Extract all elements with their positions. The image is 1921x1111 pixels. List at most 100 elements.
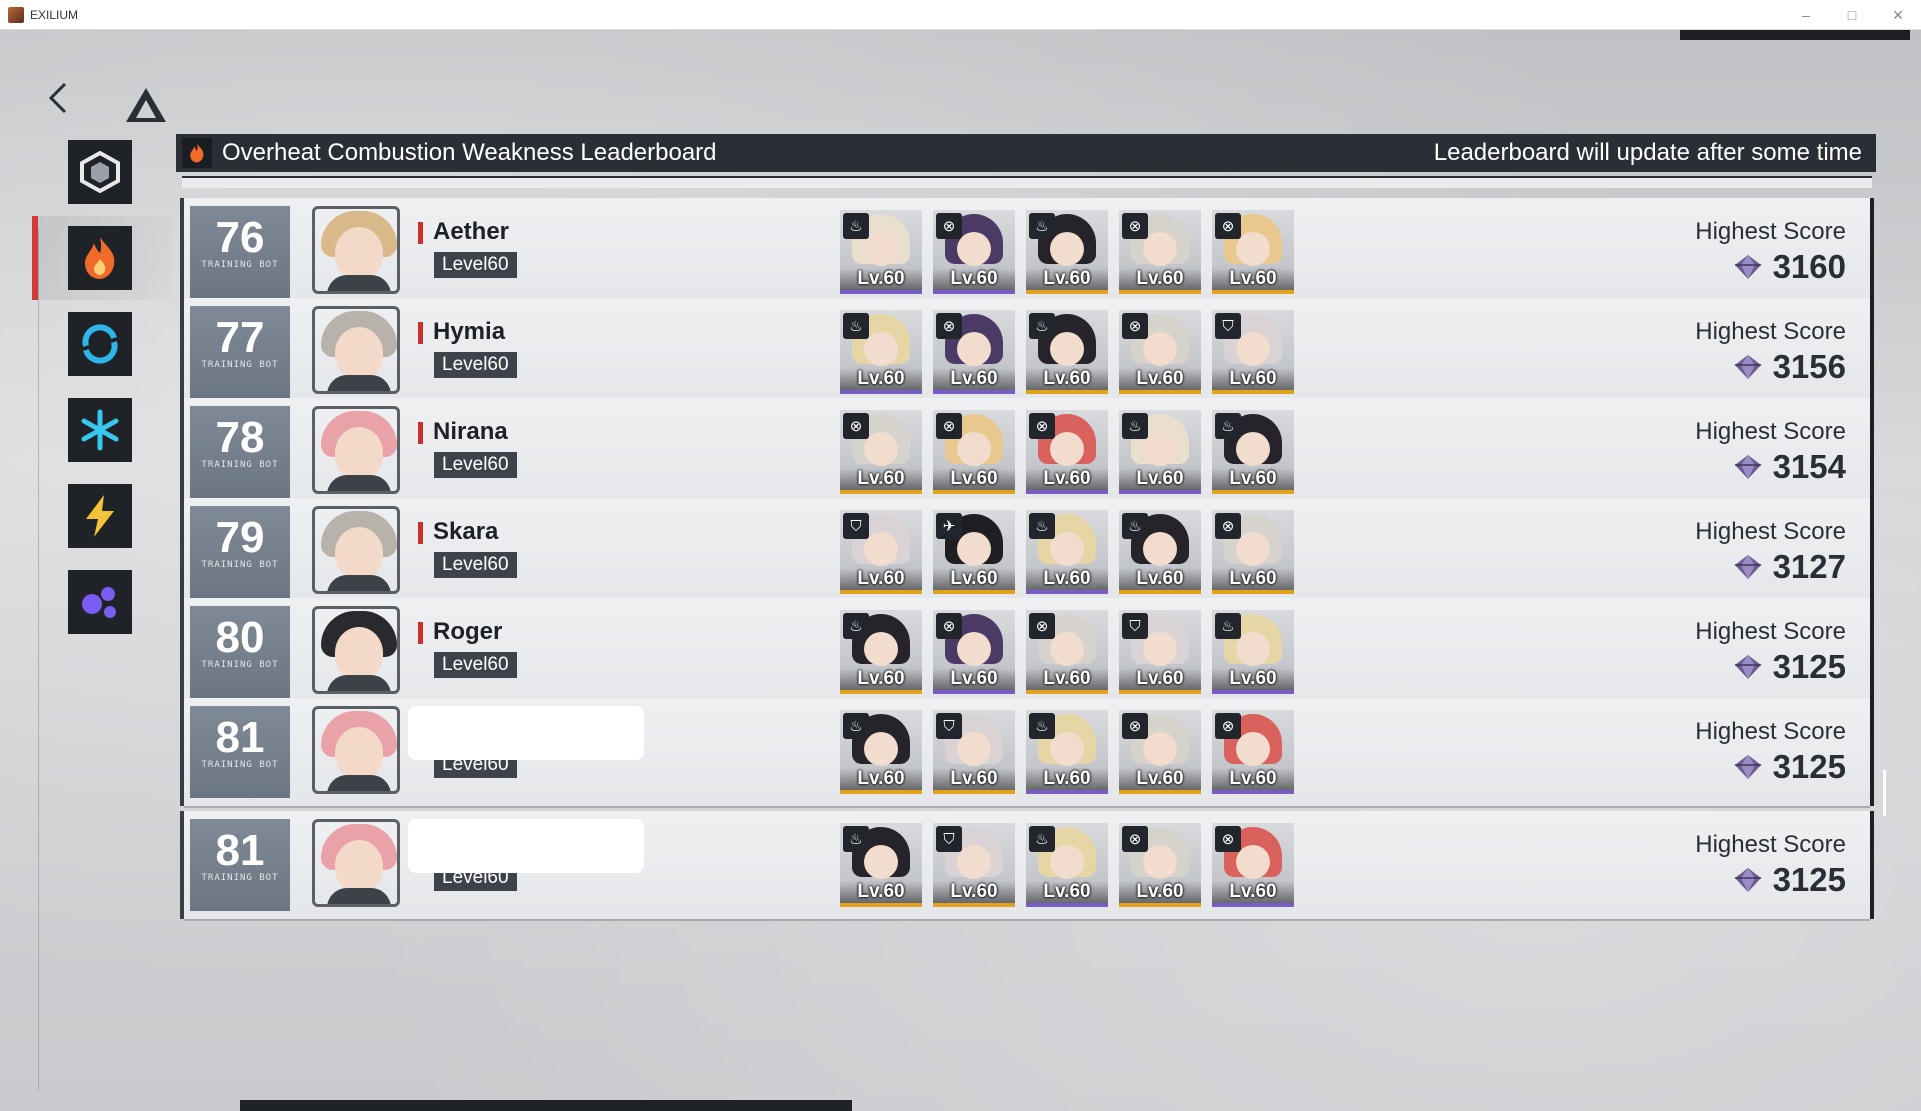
maximize-icon[interactable]: □ bbox=[1829, 0, 1875, 30]
team-member-portrait[interactable]: ⛉ Lv.60 bbox=[840, 510, 922, 594]
weapon-class-icon: ⊗ bbox=[936, 213, 962, 239]
team-member-portrait[interactable]: ♨ Lv.60 bbox=[1119, 510, 1201, 594]
team-member-portrait[interactable]: ⊗ Lv.60 bbox=[1119, 210, 1201, 294]
avatar[interactable] bbox=[312, 819, 400, 907]
scrollbar-thumb[interactable] bbox=[1883, 770, 1886, 816]
team-member-portrait[interactable]: ♨ Lv.60 bbox=[1212, 410, 1294, 494]
rank-sub-label: TRAINING BOT bbox=[201, 360, 279, 370]
team-member-portrait[interactable]: ♨ Lv.60 bbox=[1212, 610, 1294, 694]
weapon-class-icon: ✈ bbox=[936, 513, 962, 539]
team-member-portrait[interactable]: ⊗ Lv.60 bbox=[933, 210, 1015, 294]
app-logo-icon bbox=[8, 6, 24, 23]
leaderboard-header: Overheat Combustion Weakness Leaderboard… bbox=[176, 134, 1876, 172]
rarity-bar bbox=[933, 490, 1015, 494]
leaderboard-row[interactable]: 81 TRAINING BOT Level60 ♨ Lv.60 ⛉ Lv.60 ♨ Lv.… bbox=[180, 698, 1874, 808]
snowflake-icon bbox=[81, 409, 119, 451]
team-member-portrait[interactable]: ⛉ Lv.60 bbox=[933, 710, 1015, 794]
avatar[interactable] bbox=[312, 706, 400, 794]
rarity-bar bbox=[1119, 903, 1201, 907]
member-level: Lv.60 bbox=[840, 768, 922, 790]
team-member-portrait[interactable]: ♨ Lv.60 bbox=[840, 210, 922, 294]
team-member-portrait[interactable]: ⛉ Lv.60 bbox=[1212, 310, 1294, 394]
player-level-tag: Level60 bbox=[434, 652, 517, 678]
team-member-portrait[interactable]: ♨ Lv.60 bbox=[1026, 510, 1108, 594]
tab-physical[interactable] bbox=[32, 130, 172, 214]
team-member-portrait[interactable]: ♨ Lv.60 bbox=[1026, 310, 1108, 394]
rarity-bar bbox=[840, 290, 922, 294]
team-member-portrait[interactable]: ⊗ Lv.60 bbox=[1212, 710, 1294, 794]
member-level: Lv.60 bbox=[1026, 568, 1108, 590]
team-member-portrait[interactable]: ⊗ Lv.60 bbox=[933, 410, 1015, 494]
team-member-portrait[interactable]: ♨ Lv.60 bbox=[1119, 410, 1201, 494]
team-member-portrait[interactable]: ⊗ Lv.60 bbox=[840, 410, 922, 494]
tab-burn[interactable] bbox=[32, 216, 172, 300]
team-member-portrait[interactable]: ♨ Lv.60 bbox=[1026, 710, 1108, 794]
tab-corrosion[interactable] bbox=[32, 560, 172, 644]
team-member-portrait[interactable]: ♨ Lv.60 bbox=[840, 310, 922, 394]
score-value-group: 3125 bbox=[1733, 648, 1846, 686]
team-member-portrait[interactable]: ♨ Lv.60 bbox=[1026, 210, 1108, 294]
rarity-bar bbox=[1212, 290, 1294, 294]
team-member-portrait[interactable]: ♨ Lv.60 bbox=[840, 610, 922, 694]
team-member-portrait[interactable]: ⊗ Lv.60 bbox=[1212, 823, 1294, 907]
weapon-class-icon: ♨ bbox=[1029, 826, 1055, 852]
tab-freeze[interactable] bbox=[32, 388, 172, 472]
window-title: EXILIUM bbox=[30, 7, 79, 22]
rarity-bar bbox=[933, 390, 1015, 394]
leaderboard-row[interactable]: 79 TRAINING BOT Skara Level60 ⛉ Lv.60 ✈ Lv.… bbox=[180, 498, 1874, 608]
team-member-portrait[interactable]: ⊗ Lv.60 bbox=[1212, 510, 1294, 594]
leaderboard-row[interactable]: 81 TRAINING BOT Level60 ♨ Lv.60 ⛉ Lv.60 ♨ Lv.… bbox=[180, 811, 1874, 921]
team-member-portrait[interactable]: ⛉ Lv.60 bbox=[933, 823, 1015, 907]
team-member-portrait[interactable]: ♨ Lv.60 bbox=[1026, 823, 1108, 907]
rank-sub-label: TRAINING BOT bbox=[201, 660, 279, 670]
weapon-class-icon: ⊗ bbox=[1215, 826, 1241, 852]
drive-button[interactable] bbox=[118, 78, 174, 134]
team-member-portrait[interactable]: ⊗ Lv.60 bbox=[1119, 310, 1201, 394]
member-level: Lv.60 bbox=[1026, 468, 1108, 490]
team-member-portrait[interactable]: ⊗ Lv.60 bbox=[1026, 610, 1108, 694]
team-lineup: ♨ Lv.60 ⊗ Lv.60 ♨ Lv.60 ⊗ Lv.60 ⊗ Lv.60 bbox=[840, 210, 1294, 294]
name-accent bbox=[418, 422, 423, 444]
name-accent bbox=[418, 622, 423, 644]
back-button[interactable] bbox=[40, 80, 76, 116]
rank-number: 81 bbox=[215, 826, 265, 875]
leaderboard-row[interactable]: 77 TRAINING BOT Hymia Level60 ♨ Lv.60 ⊗ Lv.… bbox=[180, 298, 1874, 408]
team-member-portrait[interactable]: ⊗ Lv.60 bbox=[1212, 210, 1294, 294]
avatar[interactable] bbox=[312, 406, 400, 494]
member-level: Lv.60 bbox=[1212, 568, 1294, 590]
team-lineup: ⛉ Lv.60 ✈ Lv.60 ♨ Lv.60 ♨ Lv.60 ⊗ Lv.60 bbox=[840, 510, 1294, 594]
weapon-class-icon: ♨ bbox=[843, 213, 869, 239]
avatar[interactable] bbox=[312, 606, 400, 694]
weapon-class-icon: ⛉ bbox=[1122, 613, 1148, 639]
weapon-class-icon: ♨ bbox=[1029, 713, 1055, 739]
team-member-portrait[interactable]: ⊗ Lv.60 bbox=[1119, 823, 1201, 907]
team-member-portrait[interactable]: ⊗ Lv.60 bbox=[933, 610, 1015, 694]
gem-icon bbox=[1734, 555, 1761, 579]
team-member-portrait[interactable]: ⛉ Lv.60 bbox=[1119, 610, 1201, 694]
team-member-portrait[interactable]: ⊗ Lv.60 bbox=[1119, 710, 1201, 794]
leaderboard-row[interactable]: 76 TRAINING BOT Aether Level60 ♨ Lv.60 ⊗ Lv… bbox=[180, 198, 1874, 308]
score-label: Highest Score bbox=[1695, 831, 1846, 858]
team-member-portrait[interactable]: ✈ Lv.60 bbox=[933, 510, 1015, 594]
team-member-portrait[interactable]: ⊗ Lv.60 bbox=[933, 310, 1015, 394]
tab-electric[interactable] bbox=[32, 474, 172, 558]
avatar[interactable] bbox=[312, 206, 400, 294]
avatar[interactable] bbox=[312, 306, 400, 394]
weapon-class-icon: ⛉ bbox=[1215, 313, 1241, 339]
close-icon[interactable]: ✕ bbox=[1875, 0, 1921, 30]
team-member-portrait[interactable]: ♨ Lv.60 bbox=[840, 823, 922, 907]
rarity-bar bbox=[1119, 390, 1201, 394]
member-level: Lv.60 bbox=[1026, 268, 1108, 290]
score-number: 3160 bbox=[1772, 248, 1846, 285]
score-number: 3156 bbox=[1772, 348, 1846, 385]
avatar[interactable] bbox=[312, 506, 400, 594]
leaderboard-row[interactable]: 80 TRAINING BOT Roger Level60 ♨ Lv.60 ⊗ Lv.… bbox=[180, 598, 1874, 708]
team-member-portrait[interactable]: ♨ Lv.60 bbox=[840, 710, 922, 794]
tab-hydro[interactable] bbox=[32, 302, 172, 386]
weapon-class-icon: ⛉ bbox=[936, 826, 962, 852]
rank-badge: 81 TRAINING BOT bbox=[190, 819, 290, 911]
leaderboard-row[interactable]: 78 TRAINING BOT Nirana Level60 ⊗ Lv.60 ⊗ Lv… bbox=[180, 398, 1874, 508]
rarity-bar bbox=[1026, 390, 1108, 394]
minimize-icon[interactable]: – bbox=[1783, 0, 1829, 30]
team-member-portrait[interactable]: ⊗ Lv.60 bbox=[1026, 410, 1108, 494]
